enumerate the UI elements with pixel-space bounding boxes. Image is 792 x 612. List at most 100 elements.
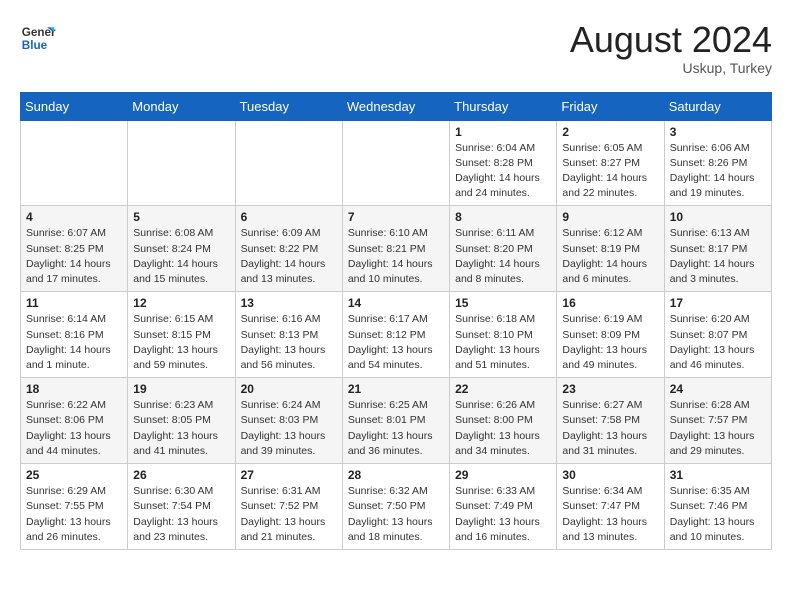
- day-info: Sunrise: 6:11 AM Sunset: 8:20 PM Dayligh…: [455, 226, 551, 287]
- day-number: 17: [670, 296, 766, 310]
- calendar-cell: 14 Sunrise: 6:17 AM Sunset: 8:12 PM Dayli…: [342, 292, 449, 378]
- day-info: Sunrise: 6:06 AM Sunset: 8:26 PM Dayligh…: [670, 141, 766, 202]
- calendar-week-row: 4 Sunrise: 6:07 AM Sunset: 8:25 PM Daylig…: [21, 206, 772, 292]
- calendar-table: SundayMondayTuesdayWednesdayThursdayFrid…: [20, 92, 772, 550]
- calendar-cell: 15 Sunrise: 6:18 AM Sunset: 8:10 PM Dayli…: [450, 292, 557, 378]
- day-info: Sunrise: 6:05 AM Sunset: 8:27 PM Dayligh…: [562, 141, 658, 202]
- calendar-cell: [21, 120, 128, 206]
- calendar-cell: 18 Sunrise: 6:22 AM Sunset: 8:06 PM Dayli…: [21, 378, 128, 464]
- day-info: Sunrise: 6:12 AM Sunset: 8:19 PM Dayligh…: [562, 226, 658, 287]
- day-number: 23: [562, 382, 658, 396]
- col-header-wednesday: Wednesday: [342, 92, 449, 120]
- day-info: Sunrise: 6:08 AM Sunset: 8:24 PM Dayligh…: [133, 226, 229, 287]
- day-number: 3: [670, 125, 766, 139]
- day-number: 31: [670, 468, 766, 482]
- day-number: 15: [455, 296, 551, 310]
- calendar-cell: [128, 120, 235, 206]
- day-info: Sunrise: 6:22 AM Sunset: 8:06 PM Dayligh…: [26, 398, 122, 459]
- day-info: Sunrise: 6:14 AM Sunset: 8:16 PM Dayligh…: [26, 312, 122, 373]
- day-info: Sunrise: 6:16 AM Sunset: 8:13 PM Dayligh…: [241, 312, 337, 373]
- calendar-week-row: 11 Sunrise: 6:14 AM Sunset: 8:16 PM Dayli…: [21, 292, 772, 378]
- calendar-cell: 4 Sunrise: 6:07 AM Sunset: 8:25 PM Daylig…: [21, 206, 128, 292]
- day-info: Sunrise: 6:04 AM Sunset: 8:28 PM Dayligh…: [455, 141, 551, 202]
- day-info: Sunrise: 6:09 AM Sunset: 8:22 PM Dayligh…: [241, 226, 337, 287]
- day-number: 7: [348, 210, 444, 224]
- calendar-cell: 16Sunrise: 6:19 AM Sunset: 8:09 PM Dayli…: [557, 292, 664, 378]
- calendar-cell: 17 Sunrise: 6:20 AM Sunset: 8:07 PM Dayli…: [664, 292, 771, 378]
- day-info: Sunrise: 6:31 AM Sunset: 7:52 PM Dayligh…: [241, 484, 337, 545]
- calendar-cell: 3 Sunrise: 6:06 AM Sunset: 8:26 PM Daylig…: [664, 120, 771, 206]
- day-info: Sunrise: 6:35 AM Sunset: 7:46 PM Dayligh…: [670, 484, 766, 545]
- calendar-cell: 22 Sunrise: 6:26 AM Sunset: 8:00 PM Dayli…: [450, 378, 557, 464]
- calendar-week-row: 25Sunrise: 6:29 AM Sunset: 7:55 PM Dayli…: [21, 464, 772, 550]
- day-number: 30: [562, 468, 658, 482]
- calendar-cell: [235, 120, 342, 206]
- location-subtitle: Uskup, Turkey: [570, 60, 772, 76]
- calendar-header-row: SundayMondayTuesdayWednesdayThursdayFrid…: [21, 92, 772, 120]
- day-number: 18: [26, 382, 122, 396]
- calendar-cell: 12 Sunrise: 6:15 AM Sunset: 8:15 PM Dayli…: [128, 292, 235, 378]
- day-info: Sunrise: 6:10 AM Sunset: 8:21 PM Dayligh…: [348, 226, 444, 287]
- day-info: Sunrise: 6:18 AM Sunset: 8:10 PM Dayligh…: [455, 312, 551, 373]
- day-info: Sunrise: 6:25 AM Sunset: 8:01 PM Dayligh…: [348, 398, 444, 459]
- day-info: Sunrise: 6:17 AM Sunset: 8:12 PM Dayligh…: [348, 312, 444, 373]
- calendar-cell: 28 Sunrise: 6:32 AM Sunset: 7:50 PM Dayli…: [342, 464, 449, 550]
- calendar-cell: 11 Sunrise: 6:14 AM Sunset: 8:16 PM Dayli…: [21, 292, 128, 378]
- day-number: 11: [26, 296, 122, 310]
- calendar-cell: 19Sunrise: 6:23 AM Sunset: 8:05 PM Dayli…: [128, 378, 235, 464]
- day-info: Sunrise: 6:28 AM Sunset: 7:57 PM Dayligh…: [670, 398, 766, 459]
- day-info: Sunrise: 6:27 AM Sunset: 7:58 PM Dayligh…: [562, 398, 658, 459]
- day-info: Sunrise: 6:07 AM Sunset: 8:25 PM Dayligh…: [26, 226, 122, 287]
- calendar-cell: 25Sunrise: 6:29 AM Sunset: 7:55 PM Dayli…: [21, 464, 128, 550]
- calendar-cell: 2 Sunrise: 6:05 AM Sunset: 8:27 PM Daylig…: [557, 120, 664, 206]
- logo: General Blue: [20, 20, 56, 56]
- day-info: Sunrise: 6:13 AM Sunset: 8:17 PM Dayligh…: [670, 226, 766, 287]
- day-info: Sunrise: 6:30 AM Sunset: 7:54 PM Dayligh…: [133, 484, 229, 545]
- day-number: 29: [455, 468, 551, 482]
- col-header-monday: Monday: [128, 92, 235, 120]
- col-header-thursday: Thursday: [450, 92, 557, 120]
- day-number: 21: [348, 382, 444, 396]
- day-number: 2: [562, 125, 658, 139]
- day-info: Sunrise: 6:33 AM Sunset: 7:49 PM Dayligh…: [455, 484, 551, 545]
- calendar-cell: 8 Sunrise: 6:11 AM Sunset: 8:20 PM Daylig…: [450, 206, 557, 292]
- col-header-tuesday: Tuesday: [235, 92, 342, 120]
- day-number: 22: [455, 382, 551, 396]
- calendar-cell: 30 Sunrise: 6:34 AM Sunset: 7:47 PM Dayli…: [557, 464, 664, 550]
- day-number: 9: [562, 210, 658, 224]
- day-info: Sunrise: 6:23 AM Sunset: 8:05 PM Dayligh…: [133, 398, 229, 459]
- day-number: 4: [26, 210, 122, 224]
- calendar-cell: 6Sunrise: 6:09 AM Sunset: 8:22 PM Daylig…: [235, 206, 342, 292]
- day-info: Sunrise: 6:20 AM Sunset: 8:07 PM Dayligh…: [670, 312, 766, 373]
- day-number: 28: [348, 468, 444, 482]
- day-number: 24: [670, 382, 766, 396]
- day-info: Sunrise: 6:24 AM Sunset: 8:03 PM Dayligh…: [241, 398, 337, 459]
- calendar-cell: 1 Sunrise: 6:04 AM Sunset: 8:28 PM Daylig…: [450, 120, 557, 206]
- calendar-week-row: 1 Sunrise: 6:04 AM Sunset: 8:28 PM Daylig…: [21, 120, 772, 206]
- calendar-cell: 7 Sunrise: 6:10 AM Sunset: 8:21 PM Daylig…: [342, 206, 449, 292]
- day-info: Sunrise: 6:26 AM Sunset: 8:00 PM Dayligh…: [455, 398, 551, 459]
- day-number: 12: [133, 296, 229, 310]
- calendar-week-row: 18 Sunrise: 6:22 AM Sunset: 8:06 PM Dayli…: [21, 378, 772, 464]
- page-header: General Blue August 2024 Uskup, Turkey: [20, 20, 772, 76]
- day-info: Sunrise: 6:19 AM Sunset: 8:09 PM Dayligh…: [562, 312, 658, 373]
- day-info: Sunrise: 6:32 AM Sunset: 7:50 PM Dayligh…: [348, 484, 444, 545]
- calendar-cell: [342, 120, 449, 206]
- day-number: 1: [455, 125, 551, 139]
- day-number: 26: [133, 468, 229, 482]
- day-number: 27: [241, 468, 337, 482]
- calendar-cell: 20Sunrise: 6:24 AM Sunset: 8:03 PM Dayli…: [235, 378, 342, 464]
- title-area: August 2024 Uskup, Turkey: [570, 20, 772, 76]
- day-info: Sunrise: 6:34 AM Sunset: 7:47 PM Dayligh…: [562, 484, 658, 545]
- calendar-cell: 27 Sunrise: 6:31 AM Sunset: 7:52 PM Dayli…: [235, 464, 342, 550]
- day-number: 10: [670, 210, 766, 224]
- day-info: Sunrise: 6:15 AM Sunset: 8:15 PM Dayligh…: [133, 312, 229, 373]
- calendar-cell: 13Sunrise: 6:16 AM Sunset: 8:13 PM Dayli…: [235, 292, 342, 378]
- day-number: 8: [455, 210, 551, 224]
- calendar-cell: 9 Sunrise: 6:12 AM Sunset: 8:19 PM Daylig…: [557, 206, 664, 292]
- calendar-cell: 5Sunrise: 6:08 AM Sunset: 8:24 PM Daylig…: [128, 206, 235, 292]
- day-number: 14: [348, 296, 444, 310]
- calendar-cell: 31 Sunrise: 6:35 AM Sunset: 7:46 PM Dayli…: [664, 464, 771, 550]
- svg-text:Blue: Blue: [22, 39, 48, 52]
- calendar-cell: 23 Sunrise: 6:27 AM Sunset: 7:58 PM Dayli…: [557, 378, 664, 464]
